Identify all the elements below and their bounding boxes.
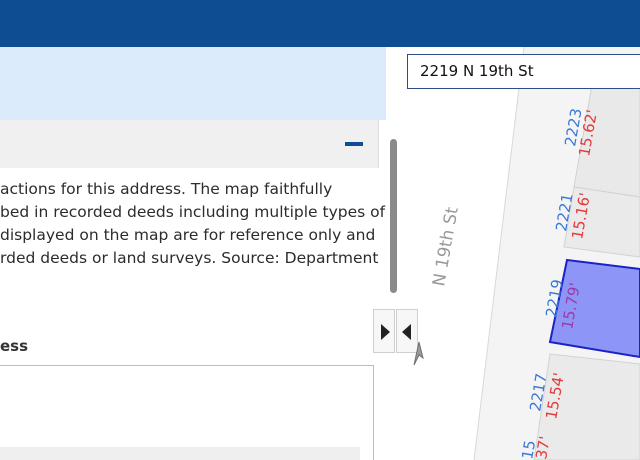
scrollbar-thumb[interactable]	[390, 139, 397, 293]
triangle-right-icon	[381, 324, 390, 340]
info-banner	[0, 47, 386, 120]
street-label: N 19th St	[429, 205, 463, 288]
address-list-box[interactable]	[0, 365, 374, 460]
description-line: rded deeds or land surveys. Source: Depa…	[0, 249, 379, 267]
collapse-button[interactable]	[345, 142, 363, 146]
map-canvas[interactable]: N 19th St 2223 15.62' 2221 15.16' 2219 1…	[404, 47, 640, 460]
parcel-map[interactable]: N 19th St 2223 15.62' 2221 15.16' 2219 1…	[404, 47, 640, 460]
address-field-label: ess	[0, 337, 29, 355]
description-line: actions for this address. The map faithf…	[0, 180, 333, 198]
description-line: displayed on the map are for reference o…	[0, 226, 376, 244]
description-text: actions for this address. The map faithf…	[0, 168, 385, 308]
info-panel: actions for this address. The map faithf…	[0, 47, 386, 460]
description-line: bed in recorded deeds including multiple…	[0, 203, 386, 221]
mouse-cursor-icon	[413, 341, 424, 366]
expand-panel-button[interactable]	[373, 309, 395, 353]
top-bar	[0, 0, 640, 47]
list-row[interactable]	[0, 447, 360, 460]
parcel-frontage: 37'	[532, 435, 554, 460]
section-header[interactable]	[0, 120, 379, 168]
triangle-left-icon	[402, 324, 411, 340]
address-search-input[interactable]	[407, 54, 640, 89]
